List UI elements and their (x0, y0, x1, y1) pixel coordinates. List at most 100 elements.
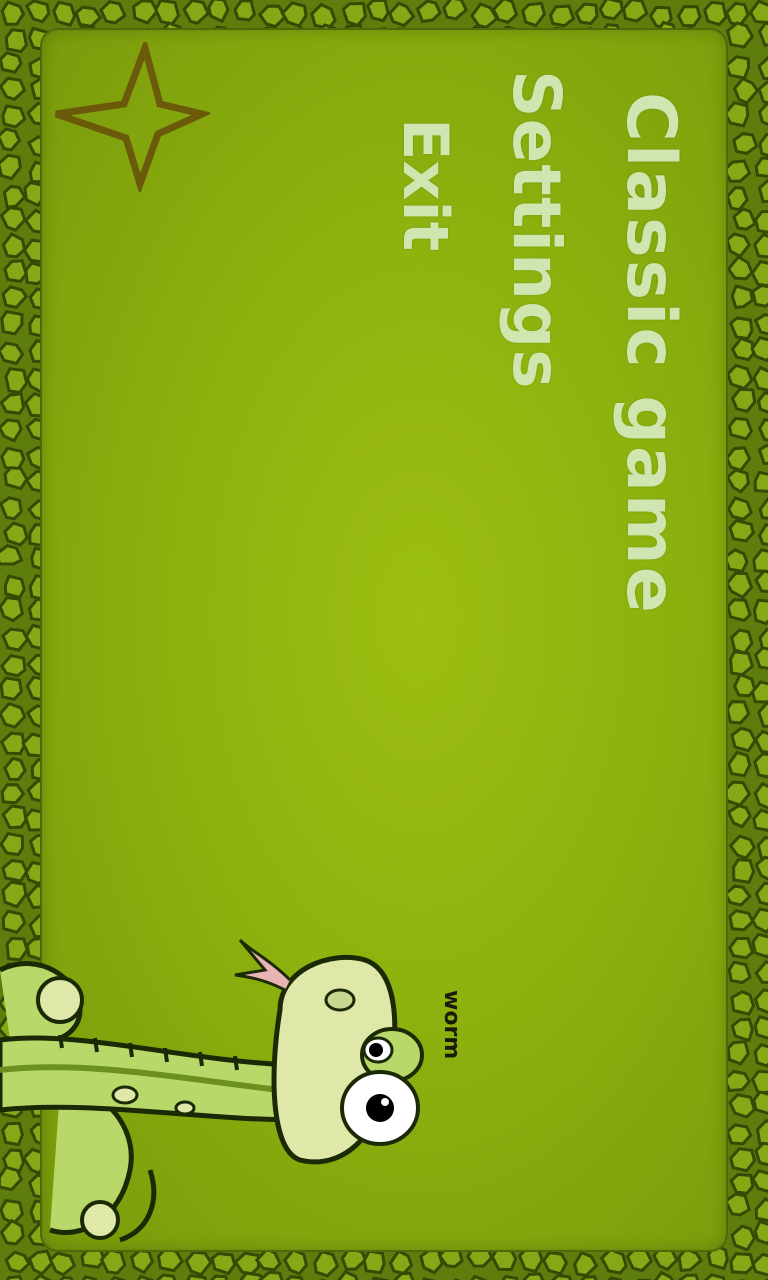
skin-scale (0, 418, 23, 443)
skin-scale (757, 523, 768, 547)
skin-scale (750, 259, 768, 288)
skin-scale (730, 726, 757, 753)
skin-scale (280, 1, 308, 28)
skin-scale (2, 184, 27, 209)
skin-scale (725, 571, 754, 600)
skin-scale (703, 1273, 726, 1280)
skin-scale (365, 0, 390, 23)
skin-scale (730, 284, 755, 310)
skin-scale (572, 1250, 599, 1277)
skin-scale (598, 0, 624, 21)
skin-scale (728, 1093, 757, 1119)
skin-scale (757, 21, 768, 47)
skin-scale (728, 908, 755, 932)
skin-scale (0, 0, 26, 26)
skin-scale (676, 5, 702, 28)
skin-scale (751, 1252, 768, 1277)
skin-scale (3, 259, 28, 283)
skin-scale (726, 598, 752, 623)
skin-scale (757, 178, 768, 204)
menu-item-classic-game[interactable]: Classic game (611, 92, 690, 615)
skin-scale (757, 417, 768, 442)
menu-item-settings[interactable]: Settings (498, 70, 575, 390)
skin-scale (677, 1273, 700, 1280)
skin-scale (727, 416, 754, 441)
star-icon[interactable] (50, 42, 210, 192)
skin-scale (753, 781, 768, 810)
skin-scale (732, 207, 757, 231)
skin-scale (752, 598, 768, 626)
skin-scale (753, 646, 768, 670)
skin-scale (723, 101, 750, 128)
skin-scale (131, 0, 160, 25)
skin-scale (753, 470, 768, 493)
skin-scale (0, 544, 24, 566)
skin-scale (442, 0, 469, 21)
skin-scale (748, 0, 768, 24)
skin-scale (1, 232, 27, 259)
skin-scale (758, 132, 768, 158)
skin-scale (4, 28, 29, 54)
skin-scale (341, 1, 367, 28)
skin-scale (754, 1141, 768, 1167)
skin-scale (753, 729, 768, 754)
skin-scale (753, 1015, 768, 1040)
skin-scale (0, 496, 23, 521)
skin-scale (726, 254, 754, 281)
skin-scale (0, 731, 26, 756)
skin-scale (722, 548, 749, 574)
skin-scale (729, 1147, 757, 1173)
skin-scale (1, 858, 29, 883)
skin-scale (729, 1252, 756, 1275)
skin-scale (750, 1069, 768, 1095)
skin-scale (541, 1250, 569, 1276)
skin-scale (727, 750, 752, 778)
skin-scale (756, 836, 768, 861)
skin-scale (754, 959, 768, 984)
skin-scale (728, 518, 755, 543)
skin-scale (4, 367, 29, 395)
skin-scale (753, 988, 768, 1014)
skin-scale (3, 574, 26, 600)
skin-scale (758, 496, 768, 520)
skin-scale (723, 780, 752, 807)
skin-scale (725, 186, 749, 212)
skin-scale (732, 76, 760, 105)
skin-scale (754, 210, 768, 234)
skin-scale (731, 858, 756, 884)
skin-scale (722, 159, 752, 183)
skin-scale (729, 650, 755, 677)
skin-scale (727, 960, 752, 985)
skin-scale (725, 232, 752, 259)
skin-scale (725, 468, 751, 494)
skin-scale (730, 387, 757, 413)
skin-scale (1, 285, 29, 310)
skin-scale (415, 0, 443, 24)
skin-scale (74, 5, 103, 28)
skin-scale (725, 1123, 753, 1146)
skin-scale (750, 907, 768, 934)
skin-scale (0, 783, 26, 805)
skin-scale (723, 1192, 752, 1217)
skin-scale (726, 804, 753, 829)
menu-item-exit[interactable]: Exit (389, 118, 462, 251)
skin-scale (729, 628, 754, 655)
skin-scale (207, 0, 230, 24)
skin-scale (3, 521, 29, 547)
skin-scale (725, 700, 751, 725)
skin-scale (233, 0, 257, 22)
skin-scale (0, 392, 26, 415)
skin-scale (757, 701, 768, 728)
skin-scale (0, 153, 23, 181)
skin-scale (0, 701, 27, 729)
skin-scale (753, 232, 768, 259)
skin-scale (0, 676, 24, 702)
skin-scale (756, 391, 768, 414)
skin-scale (753, 752, 768, 779)
skin-scale (0, 76, 27, 102)
skin-scale (730, 1017, 754, 1043)
skin-scale (753, 313, 768, 336)
skin-scale (752, 548, 768, 573)
skin-scale (599, 1247, 628, 1275)
skin-scale (726, 496, 753, 521)
